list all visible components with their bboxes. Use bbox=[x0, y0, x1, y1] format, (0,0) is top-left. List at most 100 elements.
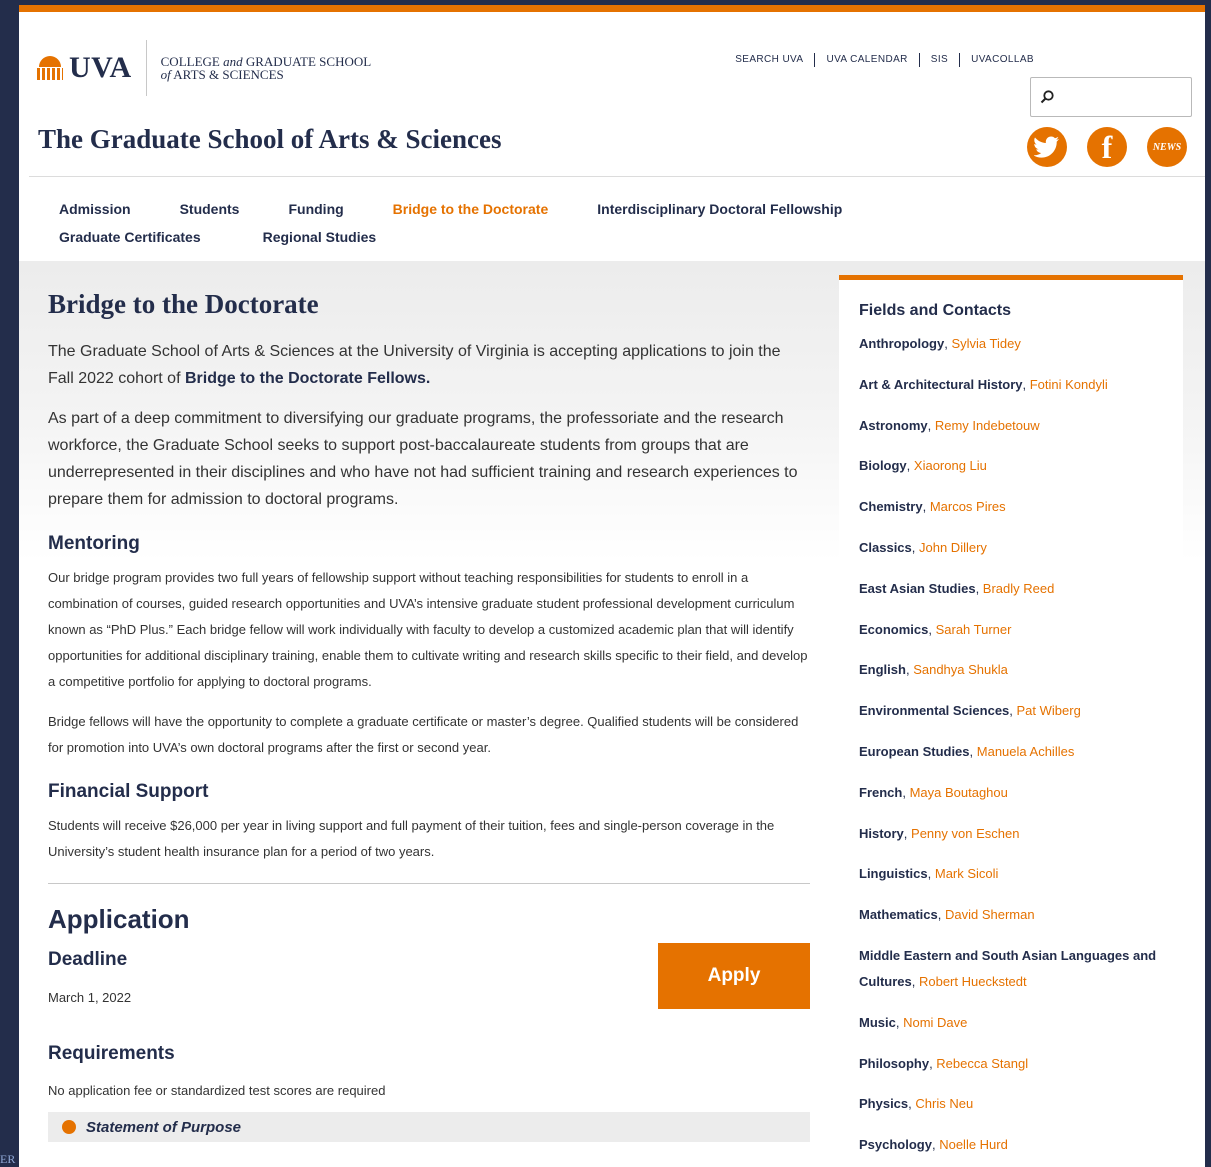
contact-person-link[interactable]: Remy Indebetouw bbox=[935, 418, 1040, 433]
contact-item: Middle Eastern and South Asian Languages… bbox=[859, 943, 1163, 995]
main-content: Bridge to the Doctorate The Graduate Sch… bbox=[48, 289, 810, 1142]
contact-field: Biology bbox=[859, 458, 907, 474]
contact-person-link[interactable]: Robert Hueckstedt bbox=[919, 974, 1027, 989]
contact-person-link[interactable]: John Dillery bbox=[919, 540, 987, 555]
contact-person-link[interactable]: Sandhya Shukla bbox=[913, 662, 1008, 677]
contact-item: Philosophy, Rebecca Stangl bbox=[859, 1051, 1163, 1077]
nav-item-funding[interactable]: Funding bbox=[288, 195, 343, 223]
uva-logo[interactable]: UVA COLLEGE and GRADUATE SCHOOL of ARTS … bbox=[37, 40, 371, 96]
social-links: f NEWS bbox=[1027, 127, 1187, 167]
contact-separator: , bbox=[1022, 376, 1030, 392]
contact-separator: , bbox=[937, 907, 945, 923]
edge-fragment-text: ER bbox=[0, 1152, 16, 1166]
contact-person-link[interactable]: Sarah Turner bbox=[936, 622, 1012, 637]
nav-item-regional-studies[interactable]: Regional Studies bbox=[263, 223, 377, 251]
contact-person-link[interactable]: Penny von Eschen bbox=[911, 826, 1019, 841]
contact-item: Physics, Chris Neu bbox=[859, 1091, 1163, 1117]
contact-person-link[interactable]: Noelle Hurd bbox=[939, 1137, 1008, 1152]
contact-list: Anthropology, Sylvia Tidey Art & Architec… bbox=[859, 331, 1163, 1158]
util-link-search-uva[interactable]: SEARCH UVA bbox=[724, 53, 814, 67]
contact-person-link[interactable]: Fotini Kondyli bbox=[1030, 377, 1108, 392]
search-input[interactable] bbox=[1059, 86, 1185, 108]
contact-field: Astronomy bbox=[859, 417, 928, 433]
contact-field: Mathematics bbox=[859, 907, 938, 923]
accordion-statement-of-purpose[interactable]: Statement of Purpose bbox=[48, 1112, 810, 1142]
contact-separator: , bbox=[911, 973, 919, 989]
mentoring-paragraph-2: Bridge fellows will have the opportunity… bbox=[48, 714, 799, 755]
contact-separator: , bbox=[911, 539, 919, 555]
contact-person-link[interactable]: Manuela Achilles bbox=[977, 744, 1075, 759]
contact-person-link[interactable]: Maya Boutaghou bbox=[910, 785, 1008, 800]
contact-person-link[interactable]: Marcos Pires bbox=[930, 499, 1006, 514]
accordion-toggle-icon bbox=[62, 1120, 76, 1134]
contact-separator: , bbox=[928, 621, 936, 637]
contact-separator: , bbox=[903, 825, 912, 841]
contact-field: English bbox=[859, 662, 906, 678]
uva-wordmark: UVA bbox=[37, 51, 132, 85]
contact-field: Music bbox=[859, 1014, 896, 1030]
util-link-uva-calendar[interactable]: UVA CALENDAR bbox=[814, 53, 918, 67]
contact-field: Chemistry bbox=[859, 499, 923, 515]
nav-item-graduate-certificates[interactable]: Graduate Certificates bbox=[59, 223, 201, 251]
apply-button[interactable]: Apply bbox=[658, 943, 810, 1009]
contact-person-link[interactable]: Nomi Dave bbox=[903, 1015, 967, 1030]
requirements-text: No application fee or standardized test … bbox=[48, 1083, 386, 1098]
page-title: Bridge to the Doctorate bbox=[48, 289, 319, 319]
contact-person-link[interactable]: Bradly Reed bbox=[983, 581, 1055, 596]
content-area: Bridge to the Doctorate The Graduate Sch… bbox=[19, 261, 1205, 1167]
contact-person-link[interactable]: Sylvia Tidey bbox=[951, 336, 1020, 351]
twitter-icon[interactable] bbox=[1027, 127, 1067, 167]
contact-field: Linguistics bbox=[859, 866, 928, 882]
facebook-icon[interactable]: f bbox=[1087, 127, 1127, 167]
contact-separator: , bbox=[1009, 703, 1017, 719]
contact-separator: , bbox=[922, 499, 930, 515]
contact-person-link[interactable]: David Sherman bbox=[945, 907, 1035, 922]
contact-field: Art & Architectural History bbox=[859, 376, 1023, 392]
site-title[interactable]: The Graduate School of Arts & Sciences bbox=[38, 124, 501, 155]
contact-separator: , bbox=[969, 743, 977, 759]
contact-field: Economics bbox=[859, 621, 929, 637]
financial-support-heading: Financial Support bbox=[48, 781, 209, 802]
requirements-heading: Requirements bbox=[48, 1043, 175, 1064]
contact-item: Music, Nomi Dave bbox=[859, 1010, 1163, 1036]
contact-item: Environmental Sciences, Pat Wiberg bbox=[859, 698, 1163, 724]
contact-item: Psychology, Noelle Hurd bbox=[859, 1132, 1163, 1158]
contact-item: French, Maya Boutaghou bbox=[859, 780, 1163, 806]
contact-person-link[interactable]: Mark Sicoli bbox=[935, 866, 999, 881]
contact-item: Astronomy, Remy Indebetouw bbox=[859, 413, 1163, 439]
college-name: COLLEGE and GRADUATE SCHOOL of ARTS & SC… bbox=[160, 54, 372, 82]
financial-support-paragraph: Students will receive $26,000 per year i… bbox=[48, 818, 775, 859]
contact-field: Psychology bbox=[859, 1137, 932, 1153]
contact-person-link[interactable]: Pat Wiberg bbox=[1017, 703, 1081, 718]
contact-field: French bbox=[859, 784, 903, 800]
site-header: UVA COLLEGE and GRADUATE SCHOOL of ARTS … bbox=[19, 12, 1205, 177]
contact-field: Physics bbox=[859, 1096, 909, 1112]
logo-divider bbox=[145, 40, 147, 96]
search-icon[interactable] bbox=[1039, 89, 1055, 105]
accordion-label: Statement of Purpose bbox=[86, 1118, 242, 1136]
nav-item-interdisciplinary-doctoral-fellowship[interactable]: Interdisciplinary Doctoral Fellowship bbox=[597, 195, 842, 223]
nav-item-bridge-to-the-doctorate[interactable]: Bridge to the Doctorate bbox=[393, 195, 549, 223]
contact-person-link[interactable]: Xiaorong Liu bbox=[914, 458, 987, 473]
commitment-paragraph: As part of a deep commitment to diversif… bbox=[48, 410, 798, 508]
contact-item: European Studies, Manuela Achilles bbox=[859, 739, 1163, 765]
nav-item-students[interactable]: Students bbox=[180, 195, 240, 223]
contact-separator: , bbox=[927, 866, 935, 882]
contact-field: Philosophy bbox=[859, 1055, 930, 1071]
news-icon[interactable]: NEWS bbox=[1147, 127, 1187, 167]
contact-item: Chemistry, Marcos Pires bbox=[859, 494, 1163, 520]
contact-person-link[interactable]: Rebecca Stangl bbox=[936, 1056, 1028, 1071]
contact-field: Anthropology bbox=[859, 336, 945, 351]
contact-item: Anthropology, Sylvia Tidey bbox=[859, 331, 1163, 357]
contact-person-link[interactable]: Chris Neu bbox=[915, 1096, 973, 1111]
top-accent-bar bbox=[19, 0, 1205, 12]
contact-item: Art & Architectural History, Fotini Kond… bbox=[859, 372, 1163, 398]
util-link-uvacollab[interactable]: UVACOLLAB bbox=[959, 53, 1045, 67]
contact-field: East Asian Studies bbox=[859, 580, 976, 596]
nav-item-admission[interactable]: Admission bbox=[59, 195, 131, 223]
contact-field: European Studies bbox=[859, 743, 970, 759]
deadline-section: Deadline March 1, 2022 Apply bbox=[48, 943, 810, 1015]
contact-separator: , bbox=[975, 580, 983, 596]
contact-item: Biology, Xiaorong Liu bbox=[859, 453, 1163, 479]
util-link-sis[interactable]: SIS bbox=[918, 53, 959, 67]
